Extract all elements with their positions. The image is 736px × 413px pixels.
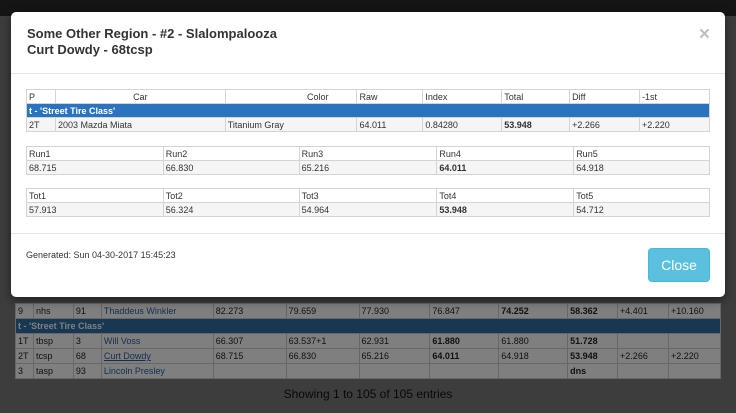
table-row: 57.913 56.324 54.964 53.948 54.712: [26, 202, 710, 217]
col-header-run5: Run5: [573, 146, 710, 161]
runs-table: Run1 Run2 Run3 Run4 Run5 68.715 66.830 6…: [26, 146, 710, 175]
totals-table: Tot1 Tot2 Tot3 Tot4 Tot5 57.913 56.324 5…: [26, 188, 710, 217]
run-cell: 68.715: [26, 160, 164, 175]
run-cell: 66.830: [162, 160, 300, 175]
col-header-color[interactable]: Color: [224, 89, 358, 104]
driver-detail-modal: Some Other Region - #2 - Slalompalooza C…: [11, 12, 725, 297]
col-header-p[interactable]: P: [26, 89, 56, 104]
best-total-cell: 53.948: [436, 202, 575, 217]
col-header-tot3: Tot3: [298, 188, 438, 203]
modal-header: Some Other Region - #2 - Slalompalooza C…: [11, 12, 725, 74]
total-cell: 54.964: [298, 202, 438, 217]
result-header-row: P Car Color Raw Index Total Diff -1st: [26, 89, 710, 104]
run-cell: 64.918: [573, 160, 710, 175]
col-header-run3: Run3: [298, 146, 438, 161]
runs-header-row: Run1 Run2 Run3 Run4 Run5: [26, 146, 710, 161]
col-header-tot4: Tot4: [436, 188, 575, 203]
close-icon[interactable]: ×: [699, 25, 710, 44]
car-cell: 2003 Mazda Miata: [54, 117, 226, 132]
col-header-tot5: Tot5: [573, 188, 710, 203]
total-cell: 56.324: [162, 202, 300, 217]
class-label: t - 'Street Tire Class': [26, 103, 710, 118]
col-header-tot1: Tot1: [26, 188, 164, 203]
col-header-total[interactable]: Total: [501, 89, 571, 104]
first-diff-cell: +2.220: [639, 117, 710, 132]
col-header-index[interactable]: Index: [422, 89, 503, 104]
total-cell: 57.913: [26, 202, 164, 217]
close-button[interactable]: Close: [648, 248, 710, 282]
col-header-diff[interactable]: Diff: [569, 89, 641, 104]
index-cell: 0.84280: [422, 117, 503, 132]
generated-timestamp: Generated: Sun 04-30-2017 15:45:23: [26, 250, 176, 260]
total-cell: 53.948: [501, 117, 571, 132]
pos-cell: 2T: [26, 117, 56, 132]
class-header-row: t - 'Street Tire Class': [26, 103, 710, 118]
col-header-car[interactable]: Car: [54, 89, 226, 104]
diff-cell: +2.266: [569, 117, 641, 132]
totals-header-row: Tot1 Tot2 Tot3 Tot4 Tot5: [26, 188, 710, 203]
col-header-tot2: Tot2: [162, 188, 300, 203]
run-cell: 65.216: [298, 160, 438, 175]
col-header-first[interactable]: -1st: [639, 89, 710, 104]
col-header-run2: Run2: [162, 146, 300, 161]
modal-footer-divider: [11, 233, 725, 234]
total-cell: 54.712: [573, 202, 710, 217]
col-header-run1: Run1: [26, 146, 164, 161]
col-header-raw[interactable]: Raw: [356, 89, 424, 104]
best-run-cell: 64.011: [436, 160, 575, 175]
color-cell: Titanium Gray: [224, 117, 358, 132]
raw-cell: 64.011: [356, 117, 424, 132]
col-header-run4: Run4: [436, 146, 575, 161]
table-row: 2T 2003 Mazda Miata Titanium Gray 64.011…: [26, 117, 710, 132]
modal-title-event: Some Other Region - #2 - Slalompalooza: [27, 26, 277, 41]
result-table: P Car Color Raw Index Total Diff -1st t …: [26, 89, 710, 132]
table-row: 68.715 66.830 65.216 64.011 64.918: [26, 160, 710, 175]
modal-title-driver: Curt Dowdy - 68tcsp: [27, 42, 153, 57]
